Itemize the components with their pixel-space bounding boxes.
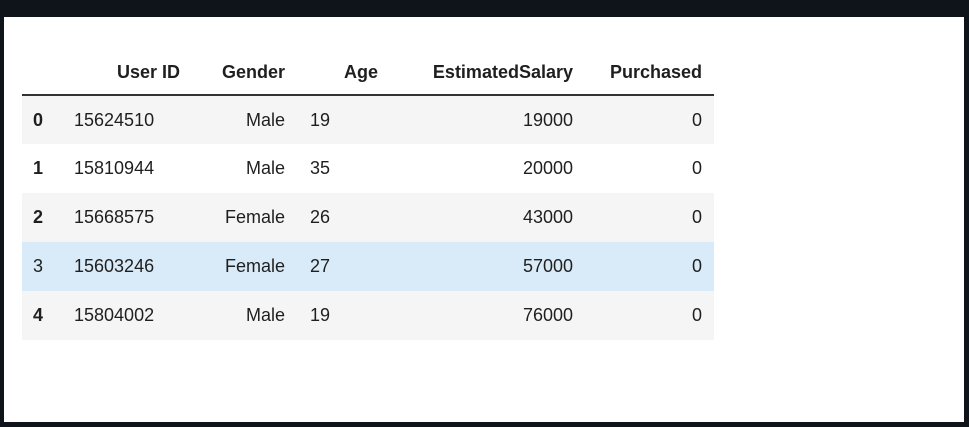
cell-gender: Male: [245, 158, 285, 178]
table-row: 0 15624510 Male 19 19000 0: [22, 95, 714, 144]
column-header-purchased: Purchased: [573, 50, 714, 96]
cell-gender: Female: [224, 256, 285, 276]
row-index: 4: [33, 305, 44, 325]
row-index: 1: [33, 158, 44, 178]
cell-purchased: 0: [691, 109, 702, 130]
column-header-gender: Gender: [180, 50, 285, 96]
cell-age: 27: [310, 256, 331, 276]
cell-user-id: 15810944: [74, 158, 155, 178]
row-index: 0: [33, 109, 44, 130]
row-index: 3: [33, 256, 44, 276]
cell-gender: Male: [245, 109, 285, 130]
cell-estimated-salary: 57000: [522, 256, 573, 276]
cell-user-id: 15804002: [74, 305, 155, 325]
cell-purchased: 0: [691, 207, 702, 227]
column-header-estimated-salary: EstimatedSalary: [378, 50, 573, 96]
cell-user-id: 15624510: [74, 109, 155, 130]
cell-estimated-salary: 19000: [522, 109, 573, 130]
cell-purchased: 0: [691, 305, 702, 325]
cell-age: 19: [310, 305, 331, 325]
cell-age: 26: [310, 207, 331, 227]
table-row: 1 15810944 Male 35 20000 0: [22, 144, 714, 193]
column-header-user-id: User ID: [68, 50, 180, 96]
table-row: 2 15668575 Female 26 43000 0: [22, 193, 714, 242]
cell-gender: Female: [224, 207, 285, 227]
cell-user-id: 15668575: [74, 207, 155, 227]
row-index: 2: [33, 207, 44, 227]
cell-purchased: 0: [691, 158, 702, 178]
table-header-row: User ID Gender Age EstimatedSalary Purch…: [22, 50, 714, 96]
cell-gender: Male: [245, 305, 285, 325]
index-header: [22, 50, 68, 96]
table-row-hovered: 3 15603246 Female 27 57000 0: [22, 242, 714, 291]
cell-age: 19: [310, 109, 331, 130]
dataframe-table: User ID Gender Age EstimatedSalary Purch…: [22, 50, 714, 340]
table-row: 4 15804002 Male 19 76000 0: [22, 291, 714, 340]
cell-estimated-salary: 43000: [522, 207, 573, 227]
cell-purchased: 0: [691, 256, 702, 276]
column-header-age: Age: [285, 50, 378, 96]
output-panel: User ID Gender Age EstimatedSalary Purch…: [4, 17, 964, 422]
cell-estimated-salary: 20000: [522, 158, 573, 178]
cell-estimated-salary: 76000: [522, 305, 573, 325]
cell-age: 35: [310, 158, 331, 178]
cell-user-id: 15603246: [74, 256, 155, 276]
